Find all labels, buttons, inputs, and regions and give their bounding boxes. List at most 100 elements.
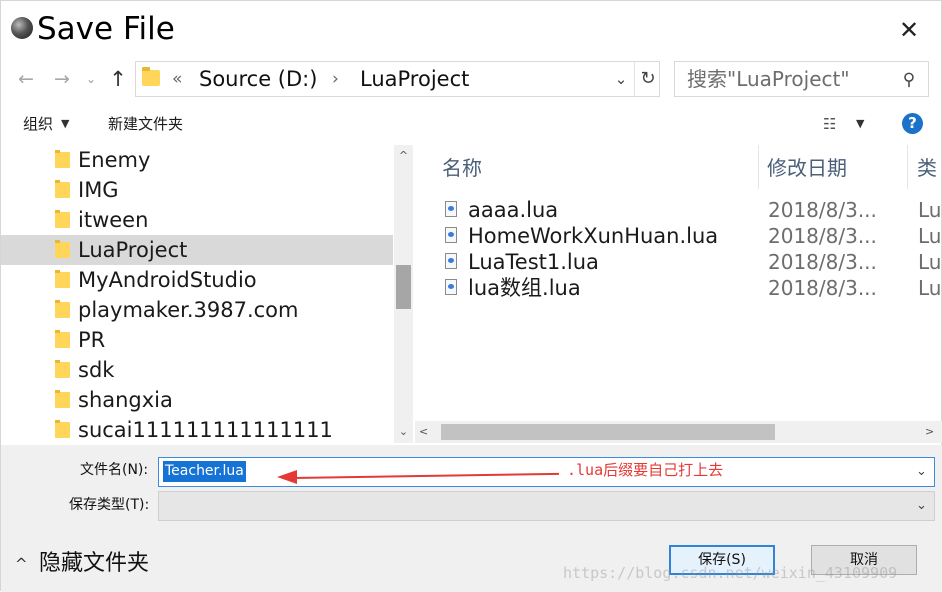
recent-locations-button[interactable]: ⌄ [83, 65, 99, 93]
folder-icon [55, 240, 70, 258]
scroll-right-button[interactable]: > [925, 421, 942, 443]
breadcrumb-separator[interactable]: › [332, 65, 339, 93]
address-dropdown-button[interactable]: ⌄ [612, 68, 630, 90]
sidebar-item[interactable]: shangxia [1, 385, 393, 415]
folder-icon [55, 420, 70, 438]
filename-field[interactable]: Teacher.lua ⌄ [158, 457, 935, 487]
column-divider[interactable] [907, 145, 908, 189]
column-header-name[interactable]: 名称 [442, 151, 752, 185]
organize-button[interactable]: 组织 [23, 113, 53, 135]
scroll-up-button[interactable]: ^ [394, 145, 413, 167]
file-date: 2018/8/3... [768, 198, 877, 222]
annotation-note: .lua后缀要自己打上去 [567, 461, 724, 479]
scroll-thumb[interactable] [396, 265, 411, 309]
sidebar-item[interactable]: IMG [1, 175, 393, 205]
navigation-pane: Enemy IMG itween LuaProject MyAndroidStudio p… [1, 145, 413, 443]
column-header-type[interactable]: 类 [917, 151, 942, 185]
filename-value[interactable]: Teacher.lua [163, 461, 246, 482]
new-folder-button[interactable]: 新建文件夹 [108, 113, 183, 135]
file-date: 2018/8/3... [768, 224, 877, 248]
folder-icon [55, 330, 70, 348]
file-date: 2018/8/3... [768, 276, 877, 300]
file-type: Lu [918, 250, 942, 274]
sidebar-item[interactable]: MyAndroidStudio [1, 265, 393, 295]
file-name: aaaa.lua [468, 198, 559, 222]
search-input[interactable]: 搜索"LuaProject" ⚲ [674, 61, 929, 97]
sidebar-item[interactable]: PR [1, 325, 393, 355]
nav-scrollbar[interactable]: ^ ⌄ [394, 145, 413, 443]
file-type: Lu [918, 198, 942, 222]
sidebar-item-label: itween [78, 208, 149, 232]
file-date: 2018/8/3... [768, 250, 877, 274]
sidebar-item[interactable]: sucai111111111111111 [1, 415, 393, 443]
file-name: HomeWorkXunHuan.lua [468, 224, 719, 248]
help-icon[interactable]: ? [902, 113, 923, 134]
lua-file-icon [445, 227, 457, 243]
filetype-label: 保存类型(T): [69, 497, 150, 513]
sidebar-item-label: playmaker.3987.com [78, 298, 299, 322]
file-row[interactable]: HomeWorkXunHuan.lua 2018/8/3... Lu [415, 223, 942, 249]
toolbar: 组织 ▼ 新建文件夹 ☷ ▼ ? [1, 103, 942, 145]
file-list-pane: ^ 名称 修改日期 类 aaaa.lua 2018/8/3... Lu HomeWor… [415, 145, 942, 443]
sidebar-item[interactable]: playmaker.3987.com [1, 295, 393, 325]
file-type: Lu [918, 276, 942, 300]
file-row[interactable]: LuaTest1.lua 2018/8/3... Lu [415, 249, 942, 275]
sidebar-item[interactable]: LuaProject [1, 235, 393, 265]
sidebar-item-label: MyAndroidStudio [78, 268, 257, 292]
sidebar-item[interactable]: sdk [1, 355, 393, 385]
horizontal-scrollbar[interactable]: < > [415, 421, 942, 443]
sidebar-item[interactable]: itween [1, 205, 393, 235]
column-header-date[interactable]: 修改日期 [767, 151, 907, 185]
folder-icon [55, 270, 70, 288]
chevron-down-icon[interactable]: ⌄ [916, 496, 927, 516]
search-placeholder: 搜索"LuaProject" [687, 67, 850, 91]
sidebar-item-label: PR [78, 328, 106, 352]
up-button[interactable]: ↑ [105, 65, 131, 93]
folder-icon [55, 300, 70, 318]
address-bar[interactable]: « Source (D:) › LuaProject ⌄ ↻ [135, 61, 660, 97]
refresh-button[interactable]: ↻ [634, 62, 661, 96]
save-form: 文件名(N): Teacher.lua ⌄ .lua后缀要自己打上去 保存类型(… [1, 445, 942, 592]
chevron-down-icon[interactable]: ▼ [856, 113, 864, 135]
lua-file-icon [445, 279, 457, 295]
close-button[interactable]: ✕ [889, 13, 929, 47]
filetype-select[interactable]: ⌄ [158, 491, 935, 521]
file-row[interactable]: aaaa.lua 2018/8/3... Lu [415, 197, 942, 223]
chevron-down-icon[interactable]: ▼ [61, 113, 69, 135]
filename-label: 文件名(N): [80, 462, 149, 478]
sidebar-item-label: IMG [78, 178, 119, 202]
breadcrumb-luaproject[interactable]: LuaProject [360, 64, 469, 94]
sidebar-item-label: Enemy [78, 148, 151, 172]
scroll-left-button[interactable]: < [419, 421, 437, 443]
breadcrumb-source-drive[interactable]: Source (D:) [199, 64, 317, 94]
folder-icon [55, 210, 70, 228]
folder-icon [55, 150, 70, 168]
chevron-up-icon[interactable]: ^ [15, 553, 28, 575]
chevron-down-icon[interactable]: ⌄ [916, 462, 927, 482]
search-icon[interactable]: ⚲ [897, 68, 921, 92]
lua-file-icon [445, 253, 457, 269]
file-type: Lu [918, 224, 942, 248]
scroll-thumb[interactable] [441, 424, 775, 440]
app-icon [11, 17, 33, 39]
file-name: LuaTest1.lua [468, 250, 599, 274]
breadcrumb-overflow[interactable]: « [172, 66, 182, 92]
folder-icon [55, 390, 70, 408]
sidebar-item-label: LuaProject [78, 238, 188, 262]
folder-icon [142, 67, 160, 86]
save-file-dialog: Save File ✕ ← → ⌄ ↑ « Source (D:) › LuaP… [0, 0, 942, 592]
lua-file-icon [445, 201, 457, 217]
file-name: lua数组.lua [468, 276, 581, 300]
back-button[interactable]: ← [13, 65, 39, 93]
column-divider[interactable] [758, 145, 759, 189]
watermark: https://blog.csdn.net/weixin_43109909 [563, 564, 898, 582]
sidebar-item-label: sdk [78, 358, 115, 382]
file-row[interactable]: lua数组.lua 2018/8/3... Lu [415, 275, 942, 301]
scroll-down-button[interactable]: ⌄ [394, 421, 413, 443]
view-options-icon[interactable]: ☷ [823, 113, 847, 135]
sidebar-item[interactable]: Enemy [1, 145, 393, 175]
window-title: Save File [37, 11, 175, 47]
address-row: ← → ⌄ ↑ « Source (D:) › LuaProject ⌄ ↻ 搜… [1, 57, 942, 101]
hide-folders-label[interactable]: 隐藏文件夹 [39, 549, 149, 579]
forward-button[interactable]: → [49, 65, 75, 93]
